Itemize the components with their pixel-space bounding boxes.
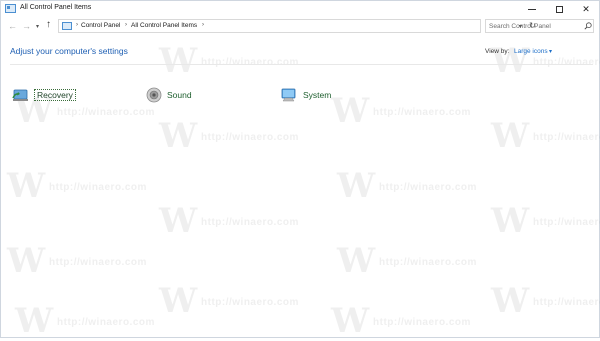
watermark-logo: W xyxy=(7,241,46,281)
watermark-logo: W xyxy=(337,241,376,281)
recovery-item[interactable]: Recovery xyxy=(11,86,76,104)
watermark-text: http://winaero.com xyxy=(49,182,147,193)
watermark-logo: W xyxy=(159,41,198,81)
control-panel-window: All Control Panel Items ✕ ← → ▾ ↑ › Cont… xyxy=(0,0,600,341)
view-by-dropdown-icon[interactable]: ▾ xyxy=(549,48,552,55)
recovery-icon xyxy=(12,89,28,101)
watermark-logo: W xyxy=(491,41,530,81)
view-by-dropdown[interactable]: Large icons xyxy=(514,48,548,55)
watermark-logo: W xyxy=(491,201,530,241)
close-button[interactable]: ✕ xyxy=(573,1,599,18)
search-box[interactable] xyxy=(485,19,594,33)
watermark-text: http://winaero.com xyxy=(201,297,299,308)
watermark-text: http://winaero.com xyxy=(57,107,155,118)
title-bar: All Control Panel Items ✕ xyxy=(1,1,599,18)
watermark-text: http://winaero.com xyxy=(373,107,471,118)
speaker-icon xyxy=(146,87,162,103)
watermark-logo: W xyxy=(159,116,198,156)
watermark-text: http://winaero.com xyxy=(533,132,600,143)
watermark-text: http://winaero.com xyxy=(201,132,299,143)
recovery-label: Recovery xyxy=(34,89,76,101)
watermark-text: http://winaero.com xyxy=(533,297,600,308)
sound-item[interactable]: Sound xyxy=(146,86,192,104)
page-heading: Adjust your computer's settings xyxy=(10,46,128,56)
watermark-logo: W xyxy=(15,301,54,341)
system-item[interactable]: System xyxy=(280,86,331,104)
minimize-icon xyxy=(528,9,536,10)
address-bar[interactable]: › Control Panel › All Control Panel Item… xyxy=(58,19,536,33)
watermark-text: http://winaero.com xyxy=(49,257,147,268)
window-title: All Control Panel Items xyxy=(20,4,92,11)
watermark-logo: W xyxy=(159,281,198,321)
search-input[interactable] xyxy=(489,21,579,31)
maximize-icon xyxy=(555,6,563,13)
breadcrumb-separator-icon[interactable]: › xyxy=(76,22,78,28)
forward-button[interactable]: → xyxy=(22,21,31,31)
watermark-logo: W xyxy=(337,166,376,206)
watermark-logo: W xyxy=(7,166,46,206)
sound-label: Sound xyxy=(167,90,192,100)
maximize-button[interactable] xyxy=(546,1,572,18)
search-icon[interactable] xyxy=(584,22,592,30)
watermark-text: http://winaero.com xyxy=(533,57,600,68)
content-divider xyxy=(10,64,593,65)
minimize-button[interactable] xyxy=(519,1,545,18)
watermark-text: http://winaero.com xyxy=(379,257,477,268)
breadcrumb-separator-icon[interactable]: › xyxy=(202,22,204,28)
breadcrumb-all-items[interactable]: All Control Panel Items xyxy=(131,22,197,29)
watermark-logo: W xyxy=(159,201,198,241)
breadcrumb-separator-icon[interactable]: › xyxy=(125,22,127,28)
close-icon: ✕ xyxy=(582,4,590,14)
watermark-logo: W xyxy=(491,281,530,321)
recent-locations-button[interactable]: ▾ xyxy=(36,22,39,32)
up-button[interactable]: ↑ xyxy=(46,20,51,30)
navigation-bar: ← → ▾ ↑ › Control Panel › All Control Pa… xyxy=(1,18,599,35)
back-button[interactable]: ← xyxy=(8,21,17,31)
watermark-text: http://winaero.com xyxy=(379,182,477,193)
watermark-text: http://winaero.com xyxy=(201,57,299,68)
watermark-text: http://winaero.com xyxy=(201,217,299,228)
system-label: System xyxy=(303,90,332,100)
watermark-text: http://winaero.com xyxy=(373,317,471,328)
view-by-label: View by: xyxy=(485,48,510,55)
watermark-logo: W xyxy=(331,91,370,131)
control-panel-icon xyxy=(5,4,16,13)
watermark-logo: W xyxy=(491,116,530,156)
watermark-text: http://winaero.com xyxy=(57,317,155,328)
control-panel-icon xyxy=(62,22,72,30)
computer-icon xyxy=(281,88,296,102)
watermark-logo: W xyxy=(331,301,370,341)
watermark-text: http://winaero.com xyxy=(533,217,600,228)
breadcrumb-control-panel[interactable]: Control Panel xyxy=(81,22,120,29)
